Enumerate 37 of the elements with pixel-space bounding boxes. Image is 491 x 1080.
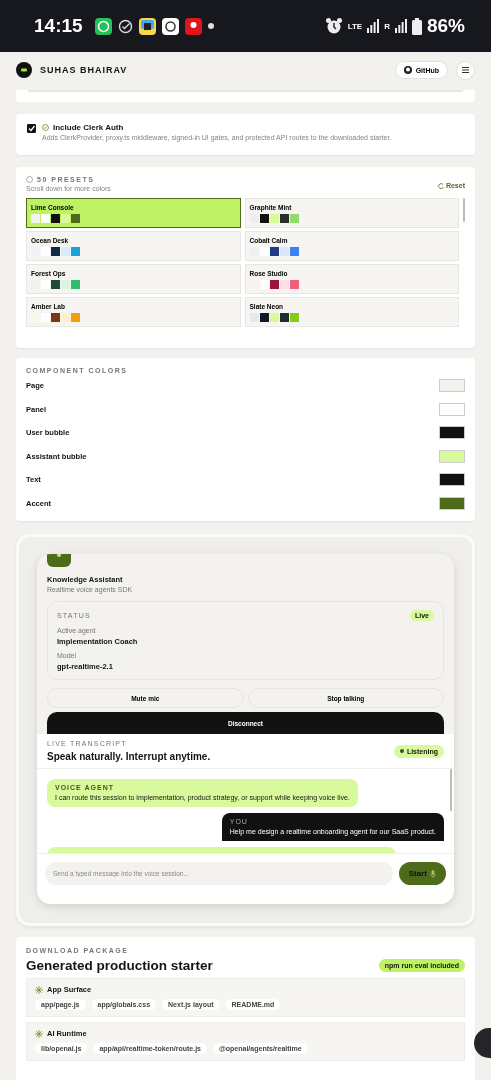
chat-app-icon [94,17,112,35]
signal-icon [394,19,407,33]
roaming-label: R [384,21,390,31]
logo-icon [16,62,32,78]
check-circle-icon [117,18,133,34]
download-title: Generated production starter [26,958,213,973]
color-picker[interactable] [439,449,465,463]
transcript-title: Speak naturally. Interrupt anytime. [47,751,211,762]
app-icon [184,17,202,35]
mic-icon [430,869,436,878]
dot-icon [207,23,214,29]
battery-percent: 86% [426,15,465,37]
color-picker[interactable] [439,402,465,416]
scrollbar-thumb[interactable] [463,198,465,222]
sparkle-icon [35,985,43,994]
clock-time: 14:15 [34,15,83,37]
brand-name: SUHAS BHAIRAV [40,65,128,75]
color-picker[interactable] [439,426,465,440]
shield-check-icon [42,124,49,131]
github-icon [403,66,412,74]
signal-icon [367,19,380,33]
color-picker[interactable] [439,473,465,487]
auth-checkbox[interactable] [27,124,36,133]
sparkle-icon [35,1029,43,1038]
battery-icon [411,17,422,35]
app-icon [138,17,156,35]
agent-avatar-icon [47,554,71,567]
color-picker[interactable] [439,496,465,510]
menu-button[interactable] [456,60,475,80]
refresh-icon [437,182,444,189]
menu-icon [462,67,469,73]
check-icon [28,125,35,132]
alarm-icon [324,17,343,35]
auth-title: Include Clerk Auth [53,123,124,132]
scrollbar-thumb[interactable] [450,769,452,811]
color-picker[interactable] [439,379,465,393]
network-label: LTE [347,21,363,31]
